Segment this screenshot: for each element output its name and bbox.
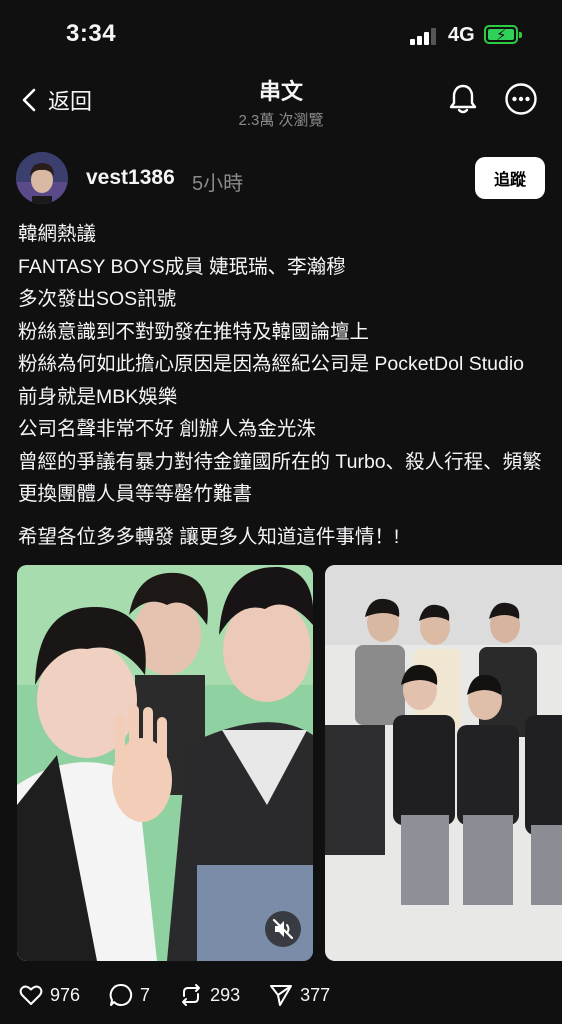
repost-count: 293 <box>210 984 241 1005</box>
top-bar: 返回 串文 2.3萬 次瀏覽 <box>0 70 562 130</box>
post-line: FANTASY BOYS成員 婕珉瑞、李瀚穆 <box>18 255 346 278</box>
post-line: 希望各位多多轉發 讓更多人知道這件事情！! <box>18 525 400 548</box>
post-line: 粉絲意識到不對勁發在推特及韓國論壇上 <box>18 320 370 343</box>
post-video[interactable] <box>17 565 313 961</box>
comment-icon <box>109 983 133 1006</box>
avatar-image <box>16 152 68 204</box>
bell-icon[interactable] <box>446 82 480 116</box>
battery-icon: ⚡ <box>484 25 522 44</box>
post-line: 韓網熱議 <box>18 223 97 245</box>
post-line: 曾經的爭議有暴力對待金鐘國所在的 Turbo、殺人行程、頻繁更換團體人員等等罄竹… <box>18 450 542 506</box>
video-thumbnail <box>17 565 313 961</box>
heart-icon <box>19 985 43 1005</box>
post-author-row: vest1386 5小時 追蹤 <box>0 150 562 210</box>
post-line: 粉絲為何如此擔心原因是因為經紀公司是 PocketDol Studio 前身就是… <box>18 353 525 408</box>
reply-count: 7 <box>140 984 151 1005</box>
media-carousel[interactable] <box>17 565 562 961</box>
muted-speaker-icon <box>272 918 294 940</box>
post-line: 公司名聲非常不好 創辦人為金光洙 <box>18 418 316 440</box>
more-icon[interactable] <box>504 82 538 116</box>
username[interactable]: vest1386 <box>86 166 175 190</box>
status-time: 3:34 <box>66 20 117 47</box>
image-thumbnail <box>325 565 562 961</box>
reply-button[interactable]: 7 <box>108 982 150 1008</box>
post-line: 多次發出SOS訊號 <box>18 288 177 310</box>
follow-button[interactable]: 追蹤 <box>475 157 545 199</box>
network-type: 4G <box>448 24 475 46</box>
status-bar: 3:34 4G ⚡ <box>0 0 562 70</box>
repost-icon <box>182 984 201 1006</box>
signal-icon <box>410 27 440 45</box>
post-actions: 976 7 293 377 <box>18 978 548 1012</box>
share-count: 377 <box>300 984 331 1005</box>
post-image[interactable] <box>325 565 562 961</box>
repost-button[interactable]: 293 <box>178 982 240 1008</box>
like-button[interactable]: 976 <box>18 982 80 1008</box>
share-button[interactable]: 377 <box>268 982 330 1008</box>
avatar[interactable] <box>16 152 68 204</box>
post-text: 韓網熱議 FANTASY BOYS成員 婕珉瑞、李瀚穆 多次發出SOS訊號 粉絲… <box>18 218 548 553</box>
mute-button[interactable] <box>265 911 301 947</box>
send-icon <box>270 985 293 1006</box>
like-count: 976 <box>50 984 81 1005</box>
post-time: 5小時 <box>192 173 244 195</box>
